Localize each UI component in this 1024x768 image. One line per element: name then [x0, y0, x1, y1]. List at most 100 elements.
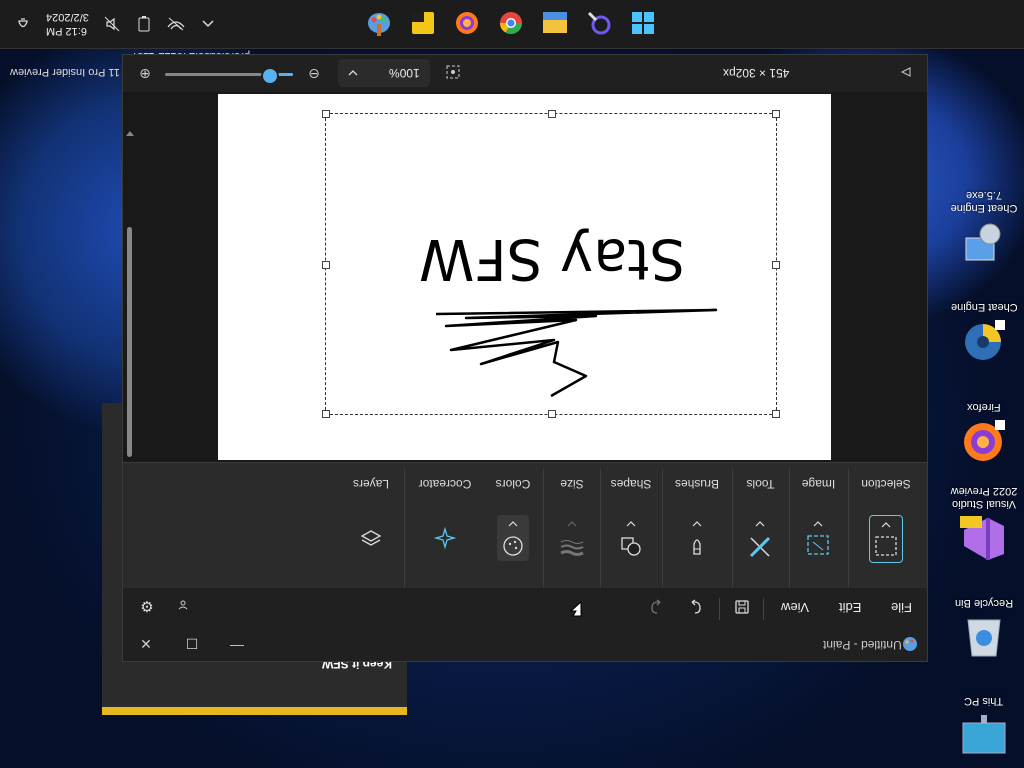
ribbon-group-tools[interactable]: Tools: [732, 463, 789, 589]
vertical-scrollbar[interactable]: [125, 130, 135, 492]
menu-view[interactable]: View: [781, 600, 809, 615]
ribbon-group-selection[interactable]: Selection: [848, 463, 924, 589]
desktop-icon-firefox[interactable]: Firefox: [944, 400, 1024, 465]
tools-pencil-icon: [744, 515, 776, 561]
file-explorer-icon[interactable]: [538, 6, 572, 40]
sticky-notes-icon[interactable]: [406, 6, 440, 40]
menu-separator: [763, 598, 764, 620]
ribbon-group-label: Layers: [352, 477, 390, 491]
chevron-up-icon: [348, 70, 358, 76]
zoom-value: 100%: [389, 66, 420, 80]
maximize-icon[interactable]: ☐: [184, 636, 200, 652]
clock-date: 3/2/2024: [46, 11, 89, 23]
zoom-in-icon[interactable]: ⊕: [137, 65, 153, 81]
desktop-icon-recycle-bin[interactable]: Recycle Bin: [944, 596, 1024, 661]
shapes-icon: [615, 515, 647, 561]
recycle-bin-icon: [960, 613, 1008, 661]
settings-gear-icon[interactable]: ⚙: [138, 599, 156, 617]
zoom-slider-knob[interactable]: [261, 67, 279, 85]
brush-icon: [681, 515, 713, 561]
ribbon-group-label: Brushes: [674, 477, 720, 491]
ribbon-group-label: Size: [560, 477, 584, 491]
undo-icon[interactable]: [687, 599, 705, 617]
ribbon-group-label: Colors: [495, 477, 531, 491]
title-bar: ✕ ☐ — Untitled - Paint: [123, 628, 927, 661]
canvas-area: Stay SFW: [123, 92, 927, 491]
start-icon[interactable]: [626, 6, 660, 40]
desktop-icon-label: Visual Studio 2022 Preview: [950, 485, 1018, 510]
drawing-canvas[interactable]: Stay SFW: [218, 94, 831, 460]
clock-time: 6:12 PM: [46, 25, 87, 37]
this-pc-icon: [960, 711, 1008, 759]
ribbon-group-brushes[interactable]: Brushes: [662, 463, 732, 589]
desktop-icon-label: Recycle Bin: [954, 597, 1014, 609]
desktop-icon-label: Cheat Engine 7.5.exe: [950, 189, 1018, 214]
menu-file[interactable]: File: [891, 600, 912, 615]
battery-icon[interactable]: [135, 15, 153, 33]
canvas-dimensions: 451 × 302px: [723, 66, 790, 80]
ribbon-group-image[interactable]: Image: [789, 463, 848, 589]
mouse-cursor: [568, 599, 586, 617]
volume-muted-icon[interactable]: [103, 15, 121, 33]
clock[interactable]: 6:12 PM 3/2/2024: [46, 10, 89, 38]
visual-studio-icon: [960, 514, 1008, 562]
system-tray: 6:12 PM 3/2/2024: [14, 0, 217, 48]
paint-window: ⊕ ⊖ 100% 451 × 302px Stay SFW Layers Coc…: [122, 54, 928, 662]
scroll-up-arrow-icon[interactable]: [125, 130, 135, 138]
desktop-icon-this-pc[interactable]: This PC: [944, 694, 1024, 759]
desktop-icon-cheat-engine-exe[interactable]: Cheat Engine 7.5.exe: [944, 188, 1024, 266]
notification-icon[interactable]: [14, 15, 32, 33]
firefox-icon[interactable]: [450, 6, 484, 40]
redo-icon[interactable]: [647, 599, 665, 617]
build-line-1: 11 Pro Insider Preview: [10, 66, 120, 78]
account-icon[interactable]: [174, 599, 192, 617]
ribbon-group-size[interactable]: Size: [543, 463, 601, 589]
zoom-slider[interactable]: [165, 67, 293, 85]
paint-icon[interactable]: [362, 6, 396, 40]
ribbon-separator: [404, 469, 405, 587]
cheat-engine-installer-icon: [960, 218, 1008, 266]
cursor-position-icon: [898, 65, 914, 81]
ribbon-group-label: Image: [801, 477, 836, 491]
zoom-out-icon[interactable]: ⊖: [306, 65, 322, 81]
ribbon-group-layers[interactable]: Layers: [335, 463, 407, 589]
menu-edit[interactable]: Edit: [839, 600, 861, 615]
chevron-down-icon[interactable]: [199, 15, 217, 33]
ribbon-group-label: Cocreator: [418, 477, 472, 491]
desktop-icon-label: This PC: [964, 695, 1004, 707]
colors-palette-icon: [497, 515, 529, 561]
ribbon-group-label: Tools: [746, 477, 775, 491]
selection-box[interactable]: Stay SFW: [322, 110, 780, 418]
wifi-off-icon[interactable]: [167, 15, 185, 33]
brush-size-icon: [556, 515, 588, 561]
desktop-icon-visual-studio[interactable]: Visual Studio 2022 Preview: [944, 484, 1024, 562]
close-icon[interactable]: ✕: [138, 636, 154, 652]
taskbar-apps: [362, 6, 660, 40]
taskbar: 6:12 PM 3/2/2024: [0, 0, 1024, 49]
paint-app-icon: [902, 636, 918, 652]
zoom-dropdown[interactable]: 100%: [338, 59, 430, 87]
desktop-icon-label: Firefox: [967, 401, 1001, 413]
ribbon-group-label: Selection: [861, 477, 911, 491]
fit-to-window-icon[interactable]: [445, 65, 461, 81]
save-icon[interactable]: [733, 599, 751, 617]
ribbon-group-shapes[interactable]: Shapes: [600, 463, 662, 589]
menu-bar: ⚙ View Edit File: [123, 588, 927, 628]
menu-separator: [719, 598, 720, 620]
desktop-icon-label: Cheat Engine: [950, 301, 1018, 313]
ribbon-group-label: Shapes: [610, 477, 652, 491]
snipping-tool-icon[interactable]: [582, 6, 616, 40]
ribbon-group-cocreator[interactable]: Cocreator: [407, 463, 483, 589]
minimize-icon[interactable]: —: [229, 636, 245, 652]
window-title: Untitled - Paint: [823, 638, 902, 652]
ribbon-toolbar: Layers Cocreator Colors Size Shapes Brus…: [123, 462, 927, 589]
desktop-icon-cheat-engine[interactable]: Cheat Engine: [944, 300, 1024, 365]
notification-accent-bar: [102, 707, 407, 715]
layers-icon: [355, 515, 387, 561]
chrome-icon[interactable]: [494, 6, 528, 40]
cocreator-sparkle-icon: [429, 515, 461, 561]
ribbon-group-colors[interactable]: Colors: [483, 463, 543, 589]
scrollbar-thumb[interactable]: [127, 227, 132, 457]
firefox-icon: [960, 417, 1008, 465]
status-bar: ⊕ ⊖ 100% 451 × 302px: [123, 55, 927, 92]
